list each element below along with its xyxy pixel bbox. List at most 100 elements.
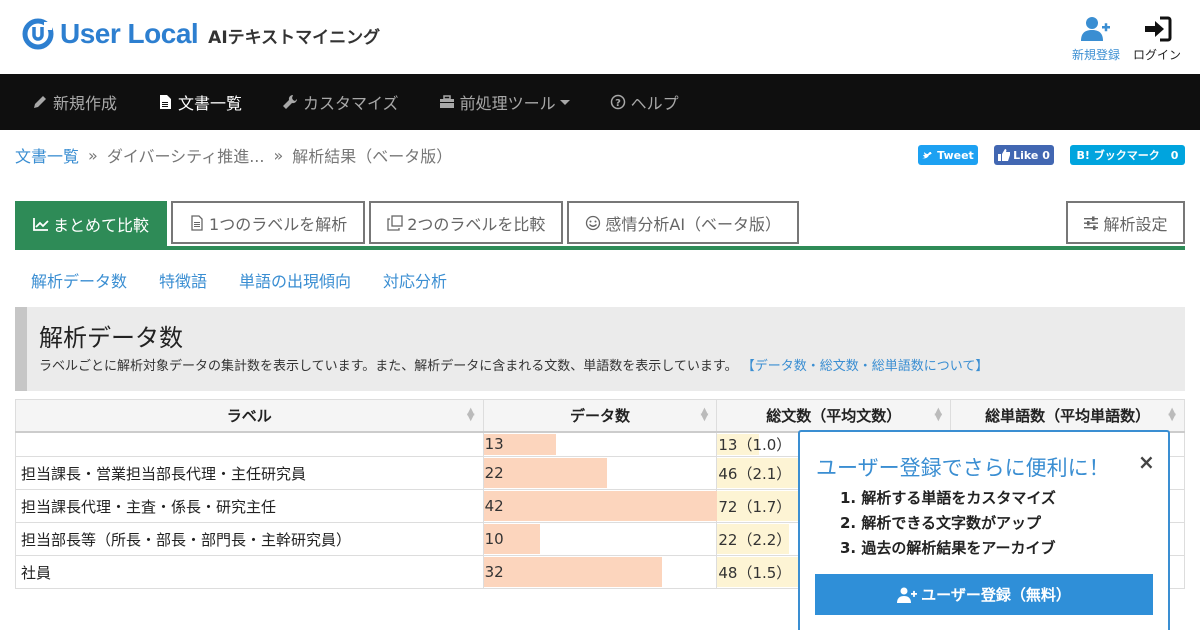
subtab-word-trend[interactable]: 単語の出現傾向 [239, 268, 351, 292]
twitter-bird-icon [922, 152, 933, 159]
list-item: 3. 過去の解析結果をアーカイブ [840, 539, 1056, 557]
nav-item-new[interactable]: 新規作成 [32, 90, 117, 114]
user-plus-icon [1081, 17, 1110, 41]
hatena-bookmark-button[interactable]: B! ブックマーク 0 [1070, 145, 1185, 165]
logo[interactable]: User Local AIテキストマイニング [22, 18, 380, 50]
subtab-correspondence[interactable]: 対応分析 [383, 268, 447, 292]
nav-item-label: 新規作成 [53, 94, 118, 113]
header-text: 総単語数（平均単語数） [985, 406, 1151, 425]
logo-text: User Local [60, 18, 199, 49]
tab-label: まとめて比較 [53, 216, 150, 235]
sort-icon: ▲ ▼ [1168, 406, 1176, 423]
data-count-value: 32 [484, 563, 504, 581]
description-text: ラベルごとに解析対象データの集計数を表示しています。また、解析データに含まれる文… [39, 359, 738, 374]
data-count-value: 22 [484, 464, 504, 482]
section-description: ラベルごとに解析対象データの集計数を表示しています。また、解析データに含まれる文… [39, 355, 988, 374]
nav-item-documents[interactable]: 文書一覧 [157, 90, 242, 114]
header-text: データ数 [569, 406, 630, 425]
column-header-data-count[interactable]: データ数 ▲ ▼ [482, 399, 718, 433]
breadcrumb-separator: » [88, 145, 98, 165]
popup-title: ユーザー登録でさらに便利に！ [816, 456, 1110, 480]
wrench-icon [283, 94, 298, 109]
sort-icon: ▲ ▼ [466, 406, 475, 423]
subtab-keywords[interactable]: 特徴語 [159, 268, 207, 292]
cell-data-count: 32 [482, 555, 718, 589]
sentences-value: 22（2.2） [718, 530, 792, 549]
settings-label: 解析設定 [1103, 214, 1168, 234]
column-header-label[interactable]: ラベル ▲ ▼ [15, 399, 484, 433]
register-label: 新規登録 [1072, 48, 1121, 62]
breadcrumb: 文書一覧 » ダイバーシティ推進... » 解析結果（ベータ版） [15, 143, 452, 167]
sub-tabs: 解析データ数 特徴語 単語の出現傾向 対応分析 [31, 268, 479, 292]
cell-label: 担当課長・営業担当部長代理・主任研究員 [15, 456, 484, 490]
sort-icon: ▲ ▼ [700, 406, 709, 423]
cell-label: 担当部長等（所長・部長・部門長・主幹研究員） [15, 522, 484, 556]
analysis-tabs: まとめて比較 1つのラベルを解析 2つのラベルを比較 感情分析AI（ベータ版） [15, 201, 803, 247]
copy-icon [387, 214, 403, 231]
data-count-help-link[interactable]: 【データ数・総文数・総単語数について】 [742, 359, 989, 374]
subtab-data-count[interactable]: 解析データ数 [31, 268, 127, 292]
svg-text:?: ? [615, 98, 621, 109]
nav-item-preprocess[interactable]: 前処理ツール [439, 90, 570, 114]
tab-label: 1つのラベルを解析 [209, 214, 348, 234]
nav-item-help[interactable]: ? ヘルプ [610, 90, 679, 114]
data-count-bar [483, 557, 662, 587]
sliders-icon [1084, 216, 1099, 230]
file-icon [191, 214, 203, 231]
section-title: 解析データ数 [39, 324, 183, 352]
nav-item-label: 文書一覧 [178, 94, 243, 113]
analysis-settings-button[interactable]: 解析設定 [1066, 201, 1185, 244]
data-count-bar [483, 491, 718, 521]
tab-two-labels[interactable]: 2つのラベルを比較 [369, 201, 564, 244]
cell-data-count: 10 [482, 522, 718, 556]
close-icon[interactable]: × [1138, 450, 1155, 474]
section-header: 解析データ数 ラベルごとに解析対象データの集計数を表示しています。また、解析デー… [15, 307, 1185, 391]
tab-label: 感情分析AI（ベータ版） [605, 214, 782, 234]
register-promo-popup: ユーザー登録でさらに便利に！ × 1. 解析する単語をカスタマイズ 2. 解析で… [798, 430, 1170, 630]
tab-sentiment[interactable]: 感情分析AI（ベータ版） [567, 201, 800, 244]
smile-icon [586, 215, 601, 230]
main-nav: 新規作成 文書一覧 カスタマイズ 前処理ツール ? ヘルプ [0, 74, 1200, 130]
chart-line-icon [33, 218, 49, 231]
logo-subtitle: AIテキストマイニング [208, 27, 381, 48]
hatena-label: B! ブックマーク 0 [1076, 149, 1179, 162]
user-local-logo-icon [22, 18, 54, 50]
data-count-value: 13 [484, 435, 504, 454]
thumbs-up-icon [998, 149, 1011, 161]
toolbox-icon [439, 95, 454, 108]
login-label: ログイン [1133, 48, 1182, 62]
header: User Local AIテキストマイニング 新規登録 ログイン [0, 0, 1200, 74]
like-label: Like 0 [1013, 148, 1050, 162]
list-item: 1. 解析する単語をカスタマイズ [840, 489, 1056, 507]
tweet-label: Tweet [937, 148, 974, 162]
facebook-like-button[interactable]: Like 0 [994, 145, 1054, 165]
breadcrumb-documents-link[interactable]: 文書一覧 [15, 143, 79, 167]
cell-data-count: 22 [482, 456, 718, 490]
tab-single-label[interactable]: 1つのラベルを解析 [171, 201, 366, 244]
breadcrumb-document[interactable]: ダイバーシティ推進... [107, 143, 265, 167]
nav-item-customize[interactable]: カスタマイズ [282, 90, 399, 114]
login-button[interactable]: ログイン [1133, 16, 1181, 63]
table-header-row: ラベル ▲ ▼ データ数 ▲ ▼ 総文数（平均文数） ▲ ▼ 総単語数（平均単語数） ▲ ▼ [15, 399, 1185, 433]
sentences-value: 72（1.7） [718, 497, 792, 516]
column-header-words[interactable]: 総単語数（平均単語数） ▲ ▼ [950, 399, 1185, 433]
nav-item-label: ヘルプ [630, 94, 679, 113]
question-circle-icon: ? [610, 94, 625, 110]
nav-item-label: 前処理ツール [459, 94, 556, 113]
tab-label: 2つのラベルを比較 [407, 214, 546, 234]
sentences-value: 46（2.1） [718, 464, 792, 483]
breadcrumb-current: 解析結果（ベータ版） [292, 147, 453, 166]
chevron-down-icon [559, 99, 570, 105]
tweet-button[interactable]: Tweet [918, 145, 978, 165]
tab-compare-all[interactable]: まとめて比較 [15, 201, 168, 247]
header-text: ラベル [226, 406, 272, 425]
column-header-sentences[interactable]: 総文数（平均文数） ▲ ▼ [716, 399, 952, 433]
cell-data-count: 42 [482, 489, 718, 523]
register-button[interactable]: 新規登録 [1072, 16, 1120, 63]
popup-benefits-list: 1. 解析する単語をカスタマイズ 2. 解析できる文字数がアップ 3. 過去の解… [840, 487, 1056, 562]
pencil-icon [34, 96, 46, 108]
cell-label: 担当課長代理・主査・係長・研究主任 [15, 489, 484, 523]
popup-register-button[interactable]: ユーザー登録（無料） [815, 574, 1153, 615]
sign-in-icon [1145, 16, 1172, 42]
nav-item-label: カスタマイズ [303, 94, 399, 113]
